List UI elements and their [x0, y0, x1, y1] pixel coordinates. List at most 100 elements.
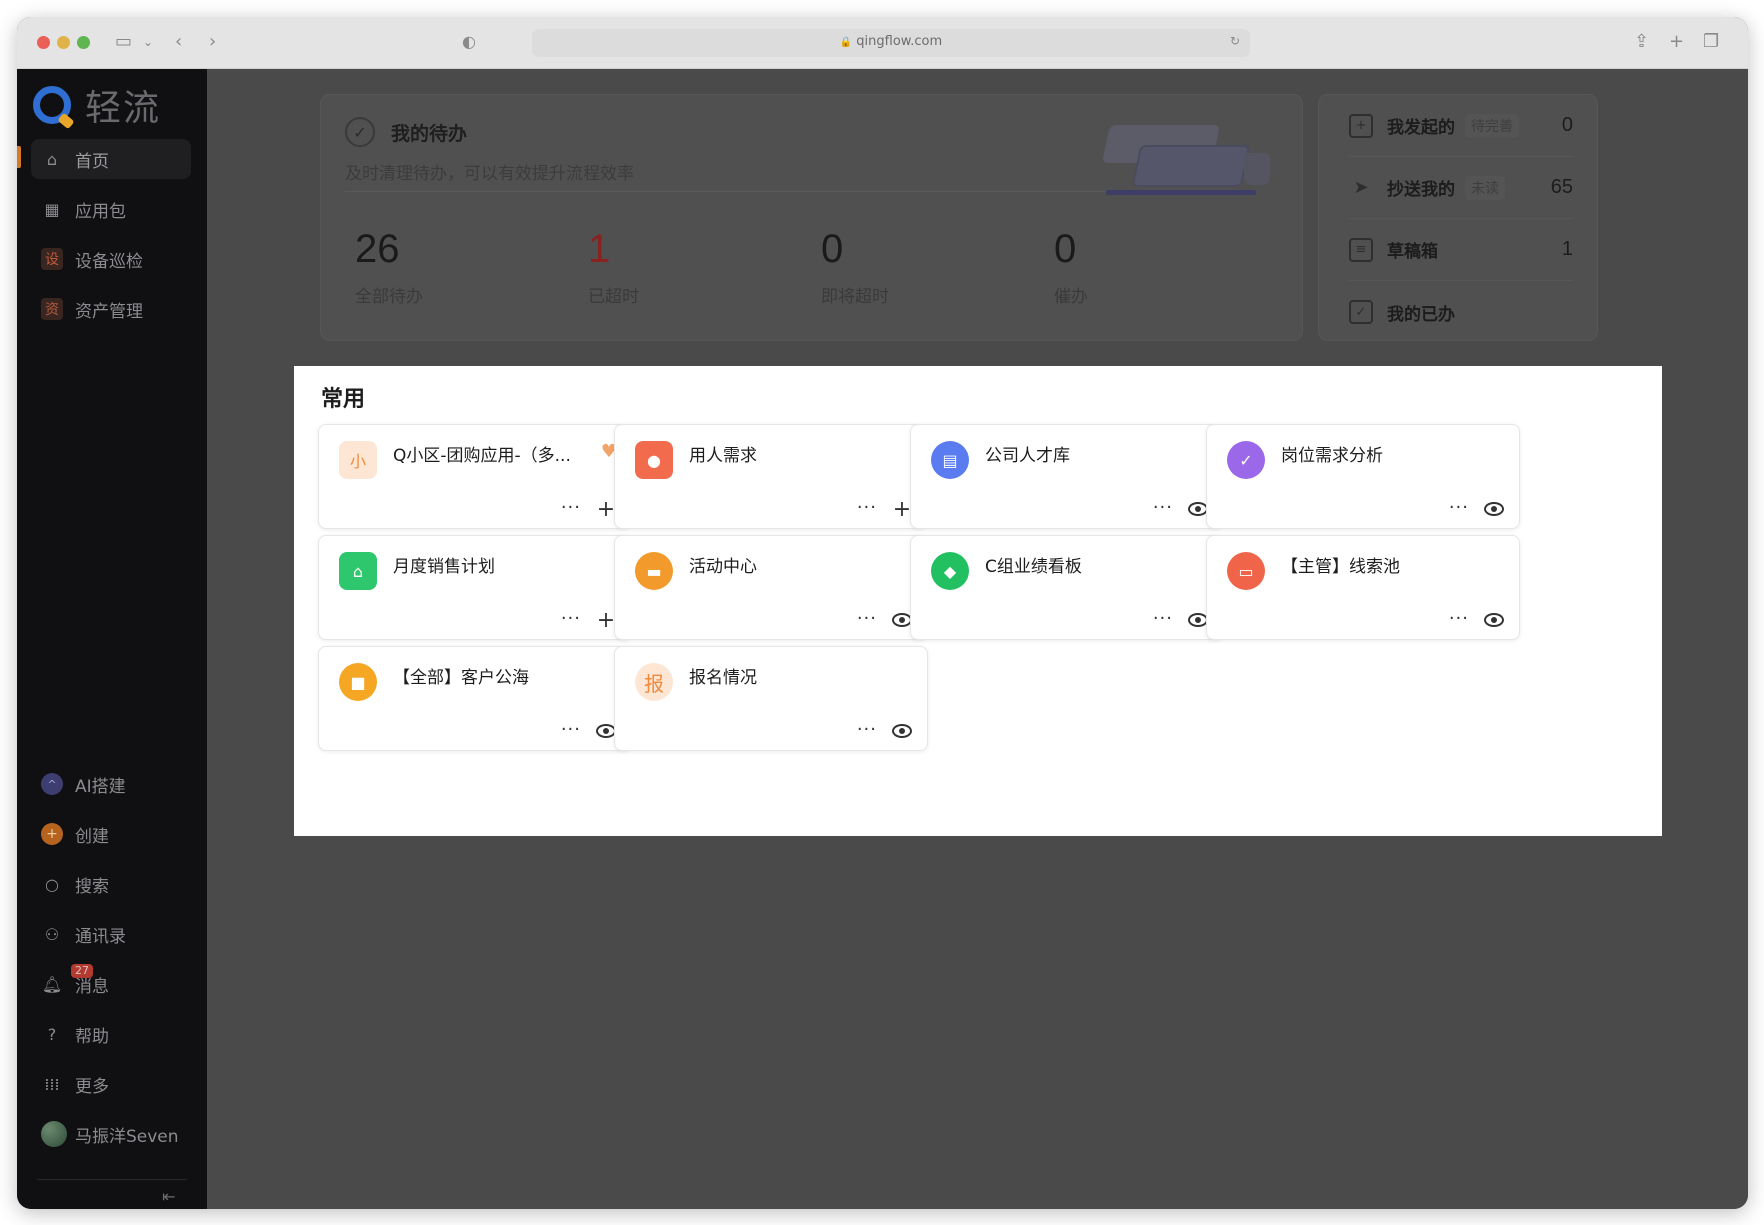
new-tab-icon[interactable]: + — [1669, 31, 1684, 53]
sidebar-item-label: 创建 — [75, 826, 109, 847]
more-options-icon[interactable]: ··· — [1449, 499, 1469, 517]
collapse-sidebar-icon[interactable]: ⇤ — [162, 1187, 175, 1206]
drafts-row[interactable]: ≡ 草稿箱 1 — [1349, 219, 1573, 281]
draft-icon: ≡ — [1349, 237, 1373, 262]
more-options-icon[interactable]: ··· — [1449, 610, 1469, 628]
stat-label: 全部待办 — [355, 287, 423, 307]
todo-subtitle: 及时清理待办，可以有效提升流程效率 — [345, 164, 634, 184]
app-card[interactable]: ● 用人需求 ··· + — [614, 424, 928, 529]
inspection-app-icon: 设 — [41, 248, 63, 270]
folder-icon: ▤ — [931, 441, 969, 479]
view-eye-icon[interactable] — [891, 720, 913, 742]
app-name: 【主管】线索池 — [1281, 557, 1400, 577]
search-icon: ○ — [45, 874, 59, 894]
logo-text: 轻流 — [85, 88, 162, 129]
sidebar-item-search[interactable]: ○ 搜索 — [31, 864, 191, 904]
privacy-shield-icon[interactable]: ◐ — [462, 31, 476, 53]
sidebar: 轻流 ⌂ 首页 ▦ 应用包 设 设备巡检 资 资产管理 ^ AI搭建 + 创建 … — [17, 69, 207, 1209]
stat-near-overdue[interactable]: 0 即将超时 — [821, 227, 889, 307]
share-icon[interactable]: ⇪ — [1634, 31, 1649, 53]
browser-window: ▭ ⌄ ‹ › ◐ 🔒 qingflow.com ↻ ⇪ + ❐ 轻流 ⌂ 首页 … — [17, 17, 1748, 1209]
reload-icon[interactable]: ↻ — [1230, 34, 1240, 48]
more-options-icon[interactable]: ··· — [561, 499, 581, 517]
close-window-button[interactable] — [37, 36, 50, 49]
more-options-icon[interactable]: ··· — [857, 499, 877, 517]
minimize-window-button[interactable] — [57, 36, 70, 49]
sidebar-item-profile[interactable]: 马振洋Seven — [31, 1114, 191, 1154]
diamond-icon: ◆ — [931, 552, 969, 590]
more-options-icon[interactable]: ··· — [1153, 610, 1173, 628]
row-label: 抄送我的 — [1387, 180, 1455, 200]
stat-label: 即将超时 — [821, 287, 889, 307]
app-card[interactable]: 报 报名情况 ··· — [614, 646, 928, 751]
stat-all-todo[interactable]: 26 全部待办 — [355, 227, 423, 307]
app-card[interactable]: ◆ C组业绩看板 ··· — [910, 535, 1224, 640]
app-card[interactable]: ✓ 岗位需求分析 ··· — [1206, 424, 1520, 529]
sidebar-item-app-packages[interactable]: ▦ 应用包 — [31, 189, 191, 229]
cc-to-me-row[interactable]: ➤ 抄送我的 未读 65 — [1349, 157, 1573, 219]
app-card[interactable]: ▬ 活动中心 ··· — [614, 535, 928, 640]
sidebar-item-more[interactable]: ⁞⁞⁞ 更多 — [31, 1064, 191, 1104]
sidebar-item-home[interactable]: ⌂ 首页 — [31, 139, 191, 179]
app-name: 报名情况 — [689, 668, 757, 688]
sidebar-item-create[interactable]: + 创建 — [31, 814, 191, 854]
stat-value: 1 — [588, 227, 611, 271]
calendar-check-icon: ✓ — [1349, 300, 1373, 324]
sidebar-item-label: 帮助 — [75, 1026, 109, 1047]
sidebar-item-inspection[interactable]: 设 设备巡检 — [31, 239, 191, 279]
more-options-icon[interactable]: ··· — [561, 610, 581, 628]
more-options-icon[interactable]: ··· — [561, 721, 581, 739]
main-content: ✓ 我的待办 及时清理待办，可以有效提升流程效率 26 全部待办 1 已超时 0… — [207, 69, 1748, 1209]
more-options-icon[interactable]: ··· — [857, 721, 877, 739]
forward-icon[interactable]: › — [209, 31, 216, 53]
stat-value: 0 — [821, 227, 844, 271]
app-card[interactable]: ■ 【全部】客户公海 ··· — [318, 646, 632, 751]
stat-overdue[interactable]: 1 已超时 — [588, 227, 639, 307]
app-name: 【全部】客户公海 — [393, 668, 529, 688]
app-card[interactable]: ⌂ 月度销售计划 ··· + — [318, 535, 632, 640]
app-card[interactable]: ▭ 【主管】线索池 ··· — [1206, 535, 1520, 640]
tabs-overview-icon[interactable]: ❐ — [1703, 31, 1719, 53]
done-by-me-row[interactable]: ✓ 我的已办 — [1349, 281, 1573, 343]
app-icon: 报 — [635, 663, 673, 701]
app-logo[interactable]: 轻流 — [33, 83, 161, 129]
section-title: 常用 — [321, 387, 366, 412]
store-icon: ▭ — [1227, 552, 1265, 590]
chevron-down-icon[interactable]: ⌄ — [143, 31, 153, 53]
app-name: Q小区-团购应用-（多... — [393, 446, 571, 466]
address-bar[interactable]: 🔒 qingflow.com ↻ — [532, 29, 1250, 57]
sidebar-item-contacts[interactable]: ⚇ 通讯录 — [31, 914, 191, 954]
zoom-window-button[interactable] — [77, 36, 90, 49]
initiated-by-me-row[interactable]: + 我发起的 待完善 0 — [1349, 95, 1573, 157]
view-eye-icon[interactable] — [1483, 609, 1505, 631]
contacts-icon: ⚇ — [44, 924, 60, 944]
app-card[interactable]: 小 Q小区-团购应用-（多... ♥ ··· + — [318, 424, 632, 529]
active-indicator — [17, 146, 21, 168]
stat-label: 催办 — [1054, 287, 1088, 307]
sidebar-item-help[interactable]: ? 帮助 — [31, 1014, 191, 1054]
more-options-icon[interactable]: ··· — [1153, 499, 1173, 517]
view-eye-icon[interactable] — [1483, 498, 1505, 520]
sidebar-item-label: 通讯录 — [75, 926, 126, 947]
sidebar-item-messages[interactable]: 🔔︎ 消息 27 — [31, 964, 191, 1004]
common-apps-section: 常用 小 Q小区-团购应用-（多... ♥ ··· + ● 用人需求 ··· +… — [294, 366, 1662, 836]
sidebar-item-label: 更多 — [75, 1076, 109, 1097]
more-options-icon[interactable]: ··· — [857, 610, 877, 628]
sidebar-item-assets[interactable]: 资 资产管理 — [31, 289, 191, 329]
sidebar-toggle-icon[interactable]: ▭ — [115, 31, 132, 53]
row-tag: 未读 — [1465, 175, 1505, 200]
app-name: 月度销售计划 — [393, 557, 495, 577]
message-count-badge: 27 — [71, 964, 93, 978]
back-icon[interactable]: ‹ — [175, 31, 182, 53]
logo-mark — [33, 86, 71, 124]
sidebar-item-ai-build[interactable]: ^ AI搭建 — [31, 764, 191, 804]
app-icon: 小 — [339, 441, 377, 479]
stat-urged[interactable]: 0 催办 — [1054, 227, 1088, 307]
check-icon: ✓ — [345, 117, 375, 147]
app-name: 活动中心 — [689, 557, 757, 577]
row-label: 我发起的 — [1387, 118, 1455, 138]
stat-value: 26 — [355, 227, 400, 271]
row-count: 0 — [1561, 114, 1573, 136]
app-card[interactable]: ▤ 公司人才库 ··· — [910, 424, 1224, 529]
todo-title: 我的待办 — [391, 122, 468, 145]
